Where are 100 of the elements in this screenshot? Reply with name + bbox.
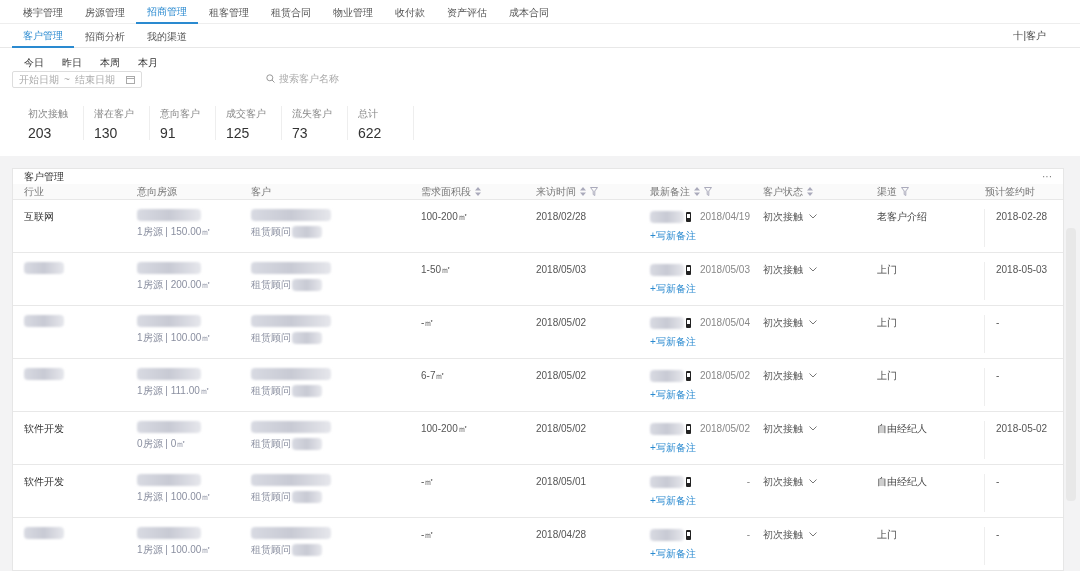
filter-icon[interactable] [901, 187, 909, 196]
sort-icon[interactable] [807, 187, 813, 196]
status-dropdown[interactable]: 初次接触 [763, 209, 817, 224]
sub-tab[interactable]: 招商分析 [74, 24, 136, 48]
date-range-option[interactable]: 昨日 [62, 55, 82, 70]
column-header: 渠道 [877, 185, 897, 199]
sort-icon[interactable] [694, 187, 700, 196]
stat-label: 初次接触 [28, 107, 69, 121]
note-date: - [746, 475, 750, 489]
nav-tab[interactable]: 物业管理 [322, 0, 384, 24]
date-range-option[interactable]: 本周 [100, 55, 120, 70]
listing-summary: 1房源 | 200.00㎡ [137, 278, 213, 292]
redacted-block [292, 225, 322, 238]
nav-tab[interactable]: 房源管理 [74, 0, 136, 24]
chevron-down-icon [809, 320, 817, 325]
nav-tab[interactable]: 资产评估 [436, 0, 498, 24]
redacted-block [292, 384, 322, 397]
add-note-link[interactable]: +写新备注 [650, 440, 696, 455]
channel-cell: 上门 [877, 264, 897, 275]
redacted-block [137, 474, 201, 486]
add-note-link[interactable]: +写新备注 [650, 228, 696, 243]
redacted-block [650, 263, 684, 276]
filter-icon[interactable] [704, 187, 712, 196]
redacted-block [650, 210, 684, 223]
sort-icon[interactable] [475, 187, 481, 196]
phone-icon [686, 423, 691, 434]
column-header: 最新备注 [650, 185, 690, 199]
add-note-link[interactable]: +写新备注 [650, 387, 696, 402]
add-customer-button[interactable]: 十|客户 [1013, 24, 1046, 47]
end-date-placeholder: 结束日期 [74, 73, 115, 87]
add-note-link[interactable]: +写新备注 [650, 493, 696, 508]
nav-tab[interactable]: 收付款 [384, 0, 436, 24]
area-cell: 100-200㎡ [421, 211, 468, 222]
status-dropdown[interactable]: 初次接触 [763, 527, 817, 542]
redacted-block [650, 475, 684, 488]
date-range-option[interactable]: 今日 [24, 55, 44, 70]
redacted-block [292, 278, 322, 291]
channel-cell: 自由经纪人 [877, 476, 927, 487]
nav-tab[interactable]: 租赁合同 [260, 0, 322, 24]
redacted-block [292, 490, 322, 503]
stat-value: 91 [160, 124, 177, 143]
listing-summary: 1房源 | 111.00㎡ [137, 384, 211, 398]
consultant-label: 租赁顾问 [251, 437, 291, 451]
nav-tab[interactable]: 招商管理 [136, 0, 198, 24]
nav-tab[interactable]: 成本合同 [498, 0, 560, 24]
stat-label: 意向客户 [160, 107, 201, 121]
status-dropdown[interactable]: 初次接触 [763, 262, 817, 277]
stat-value: 622 [358, 124, 383, 143]
redacted-block [650, 369, 684, 382]
nav-tab[interactable]: 租客管理 [198, 0, 260, 24]
chevron-down-icon [809, 373, 817, 378]
stat-label: 流失客户 [292, 107, 333, 121]
sign-date-cell: 2018-05-03 [996, 264, 1048, 275]
search-field[interactable]: 搜索客户名称 [279, 70, 439, 86]
column-header: 行业 [24, 185, 44, 199]
sub-tab[interactable]: 客户管理 [12, 24, 74, 48]
search-icon [266, 73, 275, 83]
consultant-label: 租赁顾问 [251, 543, 291, 557]
area-cell: -㎡ [421, 317, 435, 328]
sort-icon[interactable] [580, 187, 586, 196]
stat-value: 125 [226, 124, 251, 143]
sign-date-cell: - [996, 476, 1000, 487]
chevron-down-icon [809, 532, 817, 537]
redacted-block [24, 527, 64, 539]
area-cell: 6-7㎡ [421, 370, 446, 381]
phone-icon [686, 370, 691, 381]
add-note-link[interactable]: +写新备注 [650, 281, 696, 296]
status-dropdown[interactable]: 初次接触 [763, 368, 817, 383]
redacted-block [650, 316, 684, 329]
consultant-label: 租赁顾问 [251, 278, 291, 292]
visit-date-cell: 2018/04/28 [536, 529, 587, 540]
redacted-block [292, 331, 322, 344]
column-header: 需求面积段 [421, 185, 471, 199]
date-range-option[interactable]: 本月 [138, 55, 158, 70]
industry-cell: 软件开发 [24, 476, 64, 487]
phone-icon [686, 476, 691, 487]
column-header: 客户状态 [763, 185, 803, 199]
visit-date-cell: 2018/05/01 [536, 476, 587, 487]
note-date: 2018/04/19 [699, 210, 750, 224]
status-dropdown[interactable]: 初次接触 [763, 474, 817, 489]
status-dropdown[interactable]: 初次接触 [763, 315, 817, 330]
add-note-link[interactable]: +写新备注 [650, 546, 696, 561]
filter-icon[interactable] [590, 187, 598, 196]
visit-date-cell: 2018/05/02 [536, 317, 587, 328]
stat-label: 潜在客户 [94, 107, 135, 121]
stat-value: 203 [28, 124, 53, 143]
listing-summary: 1房源 | 100.00㎡ [137, 543, 213, 557]
sub-tab[interactable]: 我的渠道 [136, 24, 198, 48]
chevron-down-icon [809, 426, 817, 431]
channel-cell: 上门 [877, 317, 897, 328]
nav-tab[interactable]: 楼宇管理 [12, 0, 74, 24]
status-dropdown[interactable]: 初次接触 [763, 421, 817, 436]
add-note-link[interactable]: +写新备注 [650, 334, 696, 349]
visit-date-cell: 2018/05/02 [536, 370, 587, 381]
redacted-block [137, 421, 201, 433]
area-cell: -㎡ [421, 529, 435, 540]
phone-icon [686, 211, 691, 222]
area-cell: 1-50㎡ [421, 264, 451, 275]
listing-summary: 1房源 | 100.00㎡ [137, 490, 213, 504]
more-button[interactable]: ··· [1042, 169, 1052, 184]
